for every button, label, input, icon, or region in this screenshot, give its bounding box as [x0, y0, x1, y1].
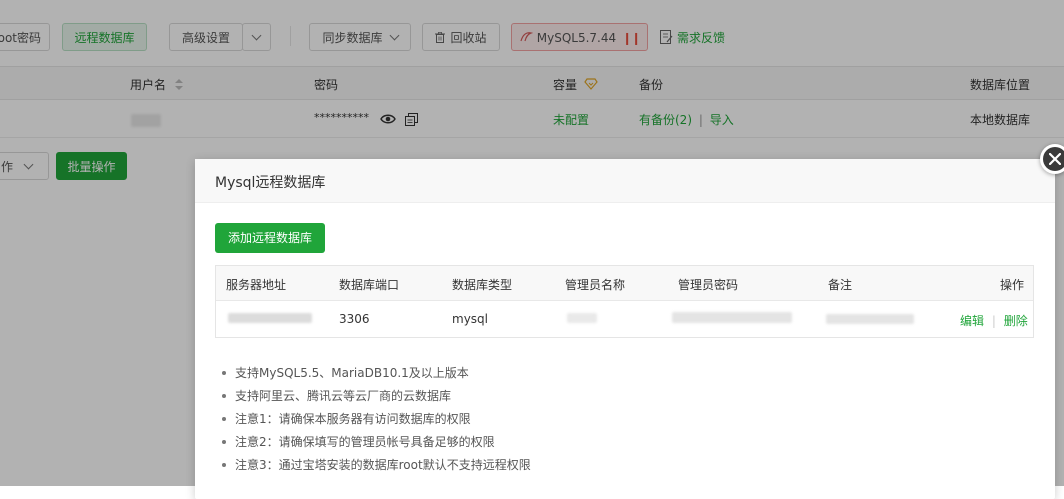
- table-row: 3306 mysql 编辑 | 删除: [216, 301, 1033, 337]
- list-item: 注意3：通过宝塔安装的数据库root默认不支持远程权限: [219, 456, 531, 479]
- add-remote-database-button[interactable]: 添加远程数据库: [215, 223, 326, 253]
- close-icon: [1043, 147, 1064, 171]
- col-db-type: 数据库类型: [452, 278, 513, 292]
- modal-close-button[interactable]: [1040, 144, 1064, 174]
- col-server-address: 服务器地址: [226, 278, 287, 292]
- admin-password-redacted: [672, 312, 792, 323]
- col-actions: 操作: [1000, 278, 1025, 292]
- remote-table-header: 服务器地址 数据库端口 数据库类型 管理员名称 管理员密码 备注 操作: [216, 266, 1033, 301]
- col-admin-name: 管理员名称: [565, 278, 626, 292]
- notes-list: 支持MySQL5.5、MariaDB10.1及以上版本 支持阿里云、腾讯云等云厂…: [219, 364, 531, 479]
- modal-header: Mysql远程数据库: [195, 159, 1055, 203]
- port-value: 3306: [339, 312, 370, 326]
- col-admin-password: 管理员密码: [678, 278, 739, 292]
- db-type-value: mysql: [452, 312, 488, 326]
- remote-database-modal: Mysql远程数据库 添加远程数据库 服务器地址 数据库端口 数据库类型 管理员…: [195, 159, 1055, 499]
- admin-name-redacted: [567, 313, 597, 323]
- remote-database-table: 服务器地址 数据库端口 数据库类型 管理员名称 管理员密码 备注 操作 3306…: [215, 265, 1034, 338]
- col-port: 数据库端口: [339, 278, 400, 292]
- row-actions: 编辑 | 删除: [960, 312, 1028, 329]
- list-item: 支持阿里云、腾讯云等云厂商的云数据库: [219, 387, 531, 410]
- modal-title: Mysql远程数据库: [215, 175, 326, 191]
- action-separator: |: [991, 314, 996, 328]
- list-item: 支持MySQL5.5、MariaDB10.1及以上版本: [219, 364, 531, 387]
- list-item: 注意2：请确保填写的管理员帐号具备足够的权限: [219, 433, 531, 456]
- server-address-redacted: [228, 313, 312, 323]
- edit-link[interactable]: 编辑: [960, 314, 984, 328]
- list-item: 注意1：请确保本服务器有访问数据库的权限: [219, 410, 531, 433]
- col-remark: 备注: [828, 278, 853, 292]
- remark-redacted: [826, 314, 914, 324]
- delete-link[interactable]: 删除: [1004, 314, 1028, 328]
